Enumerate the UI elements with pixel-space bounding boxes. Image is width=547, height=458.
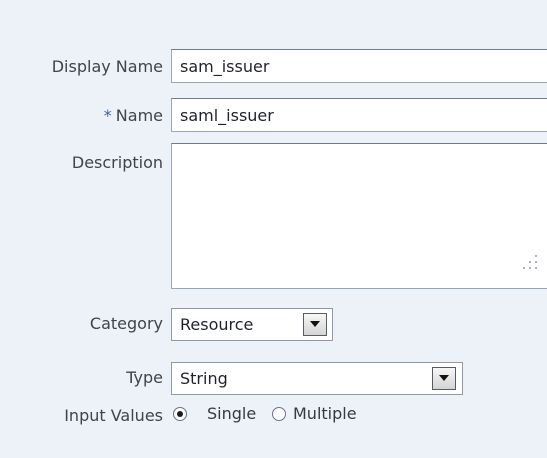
name-input[interactable] xyxy=(171,98,547,132)
category-dropdown-button[interactable] xyxy=(303,313,327,336)
category-label: Category xyxy=(89,314,163,333)
type-dropdown-button[interactable] xyxy=(432,367,456,390)
description-textarea[interactable] xyxy=(171,143,547,289)
attribute-form: Display Name *Name Description Category … xyxy=(0,0,547,458)
category-select[interactable]: Resource xyxy=(171,308,333,341)
display-name-input[interactable] xyxy=(171,49,547,83)
category-selected-value: Resource xyxy=(180,315,254,334)
required-marker: * xyxy=(103,106,112,125)
multiple-radio-label[interactable]: Multiple xyxy=(293,404,357,424)
display-name-label: Display Name xyxy=(51,57,163,76)
name-label-text: Name xyxy=(115,106,163,125)
type-selected-value: String xyxy=(180,369,228,388)
chevron-down-icon xyxy=(439,375,449,381)
multiple-radio[interactable] xyxy=(272,407,286,421)
single-radio[interactable] xyxy=(173,407,187,421)
type-label: Type xyxy=(126,368,163,387)
input-values-label: Input Values xyxy=(64,406,163,425)
resize-grip-icon[interactable] xyxy=(521,251,541,277)
type-select[interactable]: String xyxy=(171,362,463,395)
single-radio-label[interactable]: Single xyxy=(207,404,256,424)
name-label: * Name xyxy=(104,106,163,126)
chevron-down-icon xyxy=(310,321,320,327)
description-label: Description xyxy=(71,153,163,172)
